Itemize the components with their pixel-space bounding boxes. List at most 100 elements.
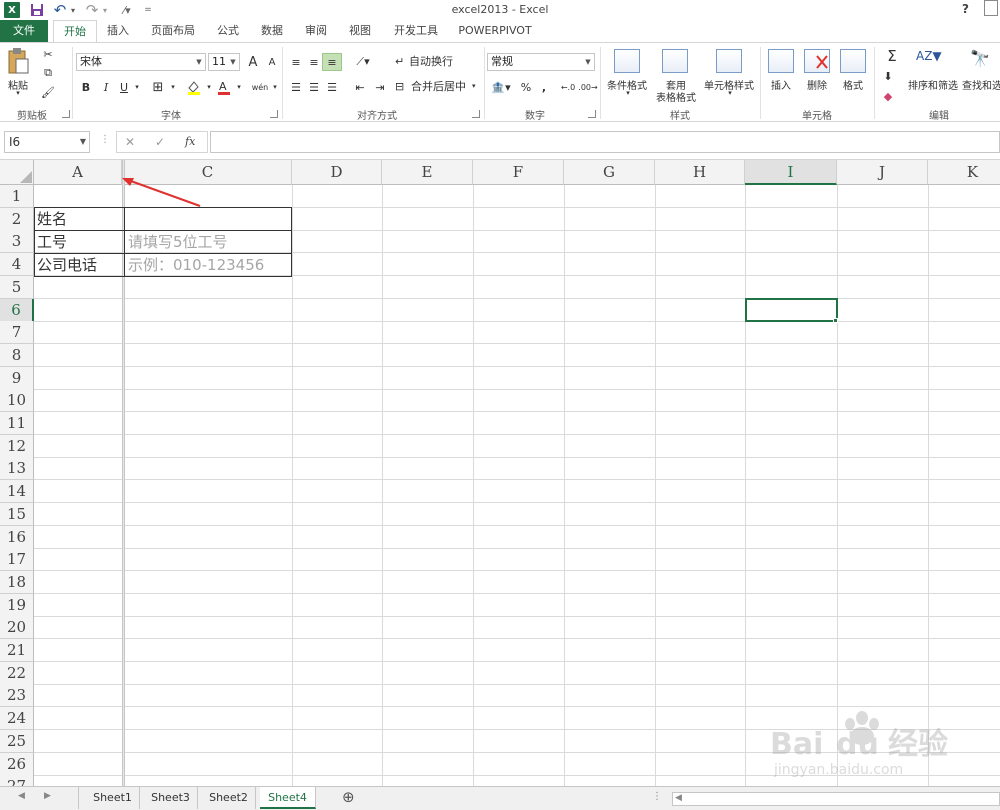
column-header-i[interactable]: I (745, 160, 837, 185)
sheet-tab-sheet3[interactable]: Sheet3 (144, 787, 198, 809)
find-select-button[interactable]: 查找和选 (962, 77, 1000, 92)
column-header-a[interactable]: A (34, 160, 122, 185)
tab-page-layout[interactable]: 页面布局 (146, 20, 200, 42)
phonetic-dropdown-icon[interactable]: ▾ (270, 78, 280, 96)
row-header-2[interactable]: 2 (0, 207, 34, 231)
tab-powerpivot[interactable]: POWERPIVOT (454, 20, 536, 42)
row-header-11[interactable]: 11 (0, 412, 34, 435)
font-color-dropdown-icon[interactable]: ▾ (234, 78, 244, 96)
alignment-launcher-icon[interactable] (472, 110, 480, 118)
tab-splitter-icon[interactable]: ⋮ (652, 791, 662, 802)
font-color-icon[interactable]: A (214, 78, 234, 96)
grow-font-button[interactable]: A (243, 53, 263, 71)
delete-cells-icon[interactable] (804, 49, 830, 73)
format-cells-icon[interactable] (840, 49, 866, 73)
fill-icon[interactable]: ⬇ (878, 67, 898, 85)
borders-dropdown-icon[interactable]: ▾ (168, 78, 178, 96)
row-header-24[interactable]: 24 (0, 707, 34, 731)
column-header-k[interactable]: K (928, 160, 1000, 185)
bold-button[interactable]: B (76, 78, 96, 96)
tab-file[interactable]: 文件 (0, 20, 48, 42)
chevron-down-icon[interactable]: ▼ (80, 132, 86, 152)
row-header-1[interactable]: 1 (0, 185, 34, 208)
column-header-e[interactable]: E (382, 160, 473, 185)
font-size-combo[interactable]: 11 ▼ (208, 53, 240, 71)
spreadsheet-grid[interactable]: ACDEFGHIJK 1 2 3 4 5 6 7 8 9 10 11 12 13 14 15 16 17 18 19… (0, 160, 1000, 786)
horizontal-scrollbar[interactable]: ◀ (672, 792, 1000, 806)
paste-dropdown-icon[interactable]: ▾ (10, 89, 26, 97)
sort-filter-button[interactable]: 排序和筛选 (906, 77, 960, 92)
top-align-icon[interactable]: ≡ (286, 53, 306, 71)
column-header-j[interactable]: J (837, 160, 928, 185)
column-header-h[interactable]: H (655, 160, 745, 185)
tab-view[interactable]: 视图 (342, 20, 378, 42)
sheet-tab-sheet4[interactable]: Sheet4 (260, 787, 316, 809)
row-header-13[interactable]: 13 (0, 457, 34, 481)
sort-filter-icon[interactable]: AZ▼ (916, 49, 944, 73)
decrease-indent-icon[interactable]: ⇤ (350, 78, 370, 96)
underline-dropdown-icon[interactable]: ▾ (132, 78, 142, 96)
help-icon[interactable]: ? (962, 2, 969, 16)
new-sheet-icon[interactable]: ⊕ (342, 788, 355, 806)
cell-c4-placeholder[interactable]: 示例：010-123456 (126, 254, 291, 277)
row-header-26[interactable]: 26 (0, 752, 34, 776)
font-name-combo[interactable]: 宋体 ▼ (76, 53, 206, 71)
column-header-f[interactable]: F (473, 160, 564, 185)
number-launcher-icon[interactable] (588, 110, 596, 118)
column-header-d[interactable]: D (292, 160, 382, 185)
row-header-21[interactable]: 21 (0, 639, 34, 662)
select-all-button[interactable] (0, 160, 34, 185)
row-header-23[interactable]: 23 (0, 684, 34, 708)
increase-decimal-icon[interactable]: ←.0 (558, 78, 578, 96)
insert-cells-button[interactable]: 插入 (764, 77, 798, 92)
shrink-font-button[interactable]: A (262, 53, 282, 71)
find-select-icon[interactable]: 🔭 (970, 49, 996, 73)
name-box[interactable]: I6 ▼ (4, 131, 90, 153)
confirm-icon[interactable]: ✓ (155, 135, 165, 149)
row-header-6[interactable]: 6 (0, 298, 34, 322)
scroll-left-icon[interactable]: ◀ (18, 791, 25, 801)
sheet-tab-sheet2[interactable]: Sheet2 (202, 787, 256, 809)
chevron-down-icon[interactable]: ▾ (722, 89, 738, 97)
row-header-27[interactable]: 27 (0, 775, 34, 786)
fill-color-icon[interactable] (184, 78, 204, 96)
format-cells-button[interactable]: 格式 (836, 77, 870, 92)
row-header-14[interactable]: 14 (0, 480, 34, 504)
delete-cells-button[interactable]: 删除 (800, 77, 834, 92)
row-header-3[interactable]: 3 (0, 230, 34, 254)
number-format-combo[interactable]: 常规 ▼ (487, 53, 595, 71)
insert-function-icon[interactable]: fx (185, 135, 195, 148)
font-launcher-icon[interactable] (270, 110, 278, 118)
cut-icon[interactable]: ✂ (38, 45, 58, 63)
wrap-text-button[interactable]: ↵ 自动换行 (395, 52, 483, 70)
comma-button[interactable]: , (534, 78, 554, 96)
middle-align-icon[interactable]: ≡ (304, 53, 324, 71)
row-header-9[interactable]: 9 (0, 366, 34, 390)
formula-input[interactable] (210, 131, 1000, 153)
percent-button[interactable]: % (516, 78, 536, 96)
tab-formulas[interactable]: 公式 (208, 20, 248, 42)
autosum-icon[interactable]: Σ (878, 47, 906, 65)
format-painter-icon[interactable]: 🖌 (38, 83, 58, 101)
table-format-icon[interactable] (662, 49, 688, 73)
row-header-5[interactable]: 5 (0, 275, 34, 299)
ribbon-display-icon[interactable] (984, 0, 998, 16)
row-header-19[interactable]: 19 (0, 593, 34, 617)
row-header-22[interactable]: 22 (0, 661, 34, 685)
tab-home[interactable]: 开始 (53, 20, 97, 43)
column-header-g[interactable]: G (564, 160, 655, 185)
sheet-tab-sheet1[interactable]: Sheet1 (86, 787, 140, 809)
merge-center-button[interactable]: ⊟ 合并后居中 ▾ (395, 77, 481, 95)
row-header-15[interactable]: 15 (0, 502, 34, 526)
cancel-icon[interactable]: ✕ (125, 135, 135, 149)
row-header-7[interactable]: 7 (0, 321, 34, 345)
cell-c3-placeholder[interactable]: 请填写5位工号 (126, 231, 291, 254)
orientation-icon[interactable]: ⟋▾ (350, 53, 376, 71)
tab-insert[interactable]: 插入 (100, 20, 136, 42)
underline-button[interactable]: U (114, 78, 134, 96)
align-center-icon[interactable]: ☰ (304, 78, 324, 96)
row-header-4[interactable]: 4 (0, 253, 34, 277)
row-header-17[interactable]: 17 (0, 548, 34, 572)
clear-icon[interactable]: ◆ (878, 87, 898, 105)
selected-cell-i6[interactable] (745, 298, 838, 322)
